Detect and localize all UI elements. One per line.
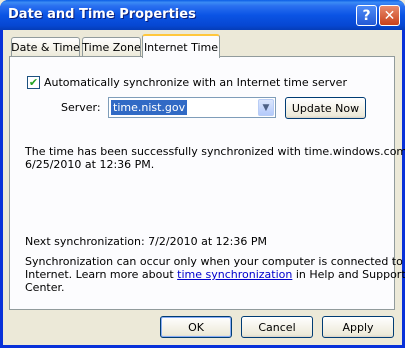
note-line-2: Internet. Learn more about time synchron…: [25, 268, 405, 281]
dropdown-arrow-icon[interactable]: ▼: [258, 99, 274, 116]
server-combobox[interactable]: time.nist.gov ▼: [108, 97, 276, 118]
sync-status-line-2: 6/25/2010 at 12:36 PM.: [25, 158, 155, 171]
sync-status-line-1: The time has been successfully synchroni…: [25, 145, 405, 158]
next-sync-text: Next synchronization: 7/2/2010 at 12:36 …: [25, 235, 267, 248]
server-value[interactable]: time.nist.gov: [111, 100, 188, 115]
cancel-button[interactable]: Cancel: [241, 316, 313, 338]
update-now-button[interactable]: Update Now: [285, 97, 366, 119]
apply-button[interactable]: Apply: [322, 316, 394, 338]
note-line-3: Center.: [25, 281, 65, 294]
note-line-1: Synchronization can occur only when your…: [25, 255, 405, 268]
auto-sync-label: Automatically synchronize with an Intern…: [44, 76, 347, 89]
time-sync-help-link[interactable]: time synchronization: [177, 268, 292, 281]
note-line-2-prefix: Internet. Learn more about: [25, 268, 178, 281]
ok-button[interactable]: OK: [160, 316, 232, 338]
auto-sync-checkbox[interactable]: ✔: [27, 76, 40, 89]
checkmark-icon: ✔: [28, 76, 39, 89]
note-line-2-suffix: in Help and Support: [292, 268, 405, 281]
server-label: Server:: [61, 101, 101, 114]
